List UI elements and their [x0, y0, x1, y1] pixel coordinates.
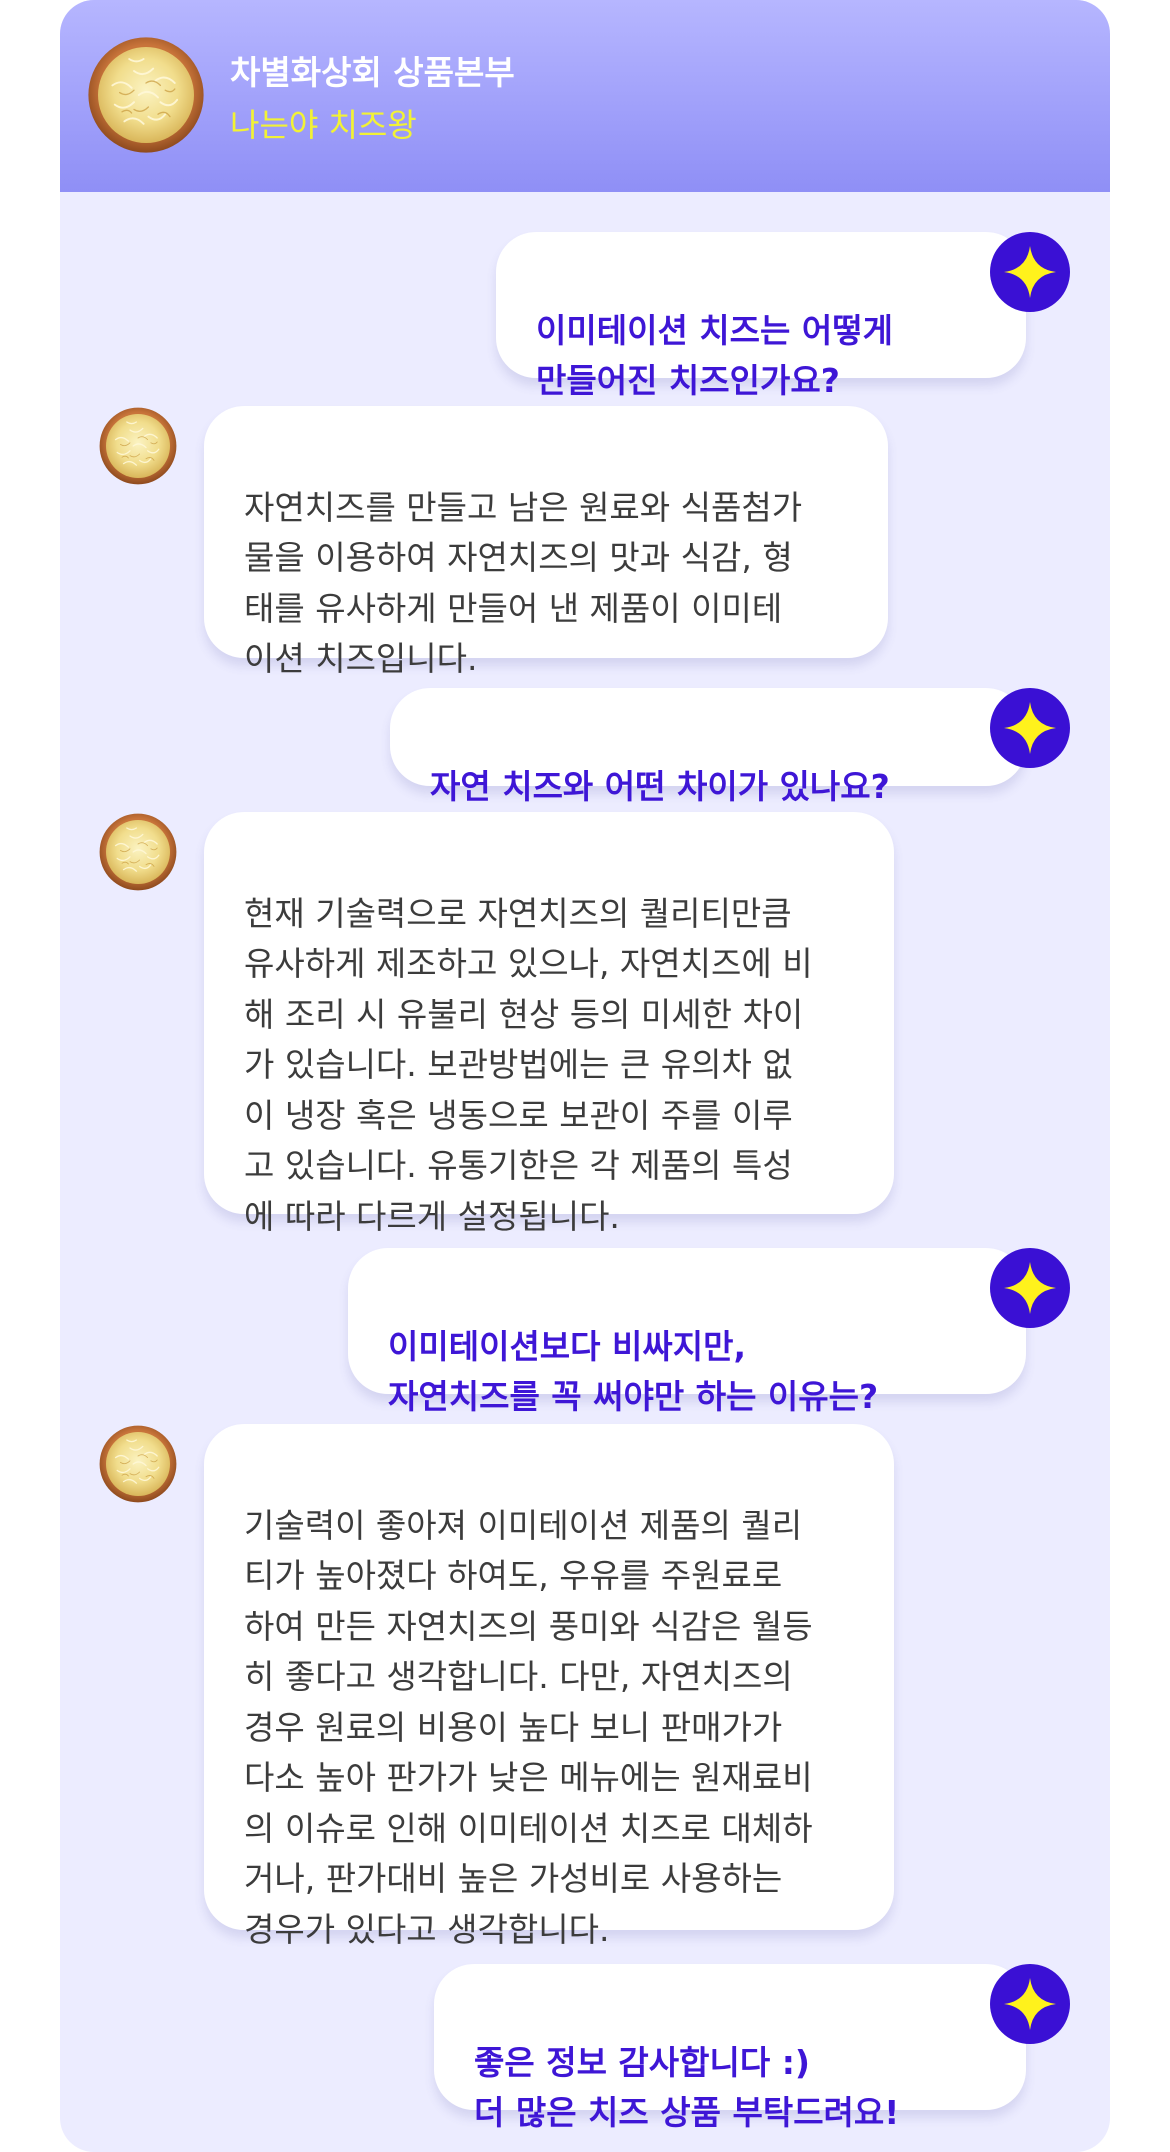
shredded-cheese-bowl-icon — [98, 406, 178, 486]
user-message-text: 자연 치즈와 어떤 차이가 있나요? — [430, 767, 890, 806]
chat-subtitle: 나는야 치즈왕 — [230, 106, 417, 144]
bot-message: 기술력이 좋아져 이미테이션 제품의 퀄리 티가 높아졌다 하여도, 우유를 주… — [204, 1424, 894, 1949]
sparkle-star-icon — [990, 232, 1070, 312]
user-message: 좋은 정보 감사합니다 :) 더 많은 치즈 상품 부탁드려요! — [434, 1964, 1026, 2132]
user-message: 자연 치즈와 어떤 차이가 있나요? — [390, 688, 1026, 806]
bot-message-text: 현재 기술력으로 자연치즈의 퀄리티만큼 유사하게 제조하고 있으나, 자연치즈… — [244, 893, 813, 1236]
user-message: 이미테이션 치즈는 어떻게 만들어진 치즈인가요? — [496, 232, 1026, 400]
shredded-cheese-bowl-icon — [98, 812, 178, 892]
bot-message: 자연치즈를 만들고 남은 원료와 식품첨가 물을 이용하여 자연치즈의 맛과 식… — [204, 406, 888, 678]
sparkle-star-icon — [990, 1248, 1070, 1328]
user-message-text: 이미테이션 치즈는 어떻게 만들어진 치즈인가요? — [536, 311, 893, 400]
sparkle-star-icon — [990, 1964, 1070, 2044]
sparkle-star-icon — [990, 688, 1070, 768]
chat-window: 차별화상회 상품본부 나는야 치즈왕 이미테이션 치즈는 어떻게 만들어진 치즈… — [60, 0, 1110, 2152]
user-message: 이미테이션보다 비싸지만, 자연치즈를 꼭 써야만 하는 이유는? — [348, 1248, 1026, 1416]
chat-header: 차별화상회 상품본부 나는야 치즈왕 — [60, 0, 1110, 192]
user-message-text: 좋은 정보 감사합니다 :) 더 많은 치즈 상품 부탁드려요! — [474, 2043, 900, 2132]
chat-title: 차별화상회 상품본부 — [230, 53, 515, 92]
bot-message-text: 기술력이 좋아져 이미테이션 제품의 퀄리 티가 높아졌다 하여도, 우유를 주… — [244, 1505, 813, 1949]
bot-message: 현재 기술력으로 자연치즈의 퀄리티만큼 유사하게 제조하고 있으나, 자연치즈… — [204, 812, 894, 1236]
user-message-text: 이미테이션보다 비싸지만, 자연치즈를 꼭 써야만 하는 이유는? — [388, 1327, 879, 1416]
bot-message-text: 자연치즈를 만들고 남은 원료와 식품첨가 물을 이용하여 자연치즈의 맛과 식… — [244, 487, 803, 679]
shredded-cheese-bowl-icon — [98, 1424, 178, 1504]
shredded-cheese-bowl-icon — [86, 35, 206, 155]
